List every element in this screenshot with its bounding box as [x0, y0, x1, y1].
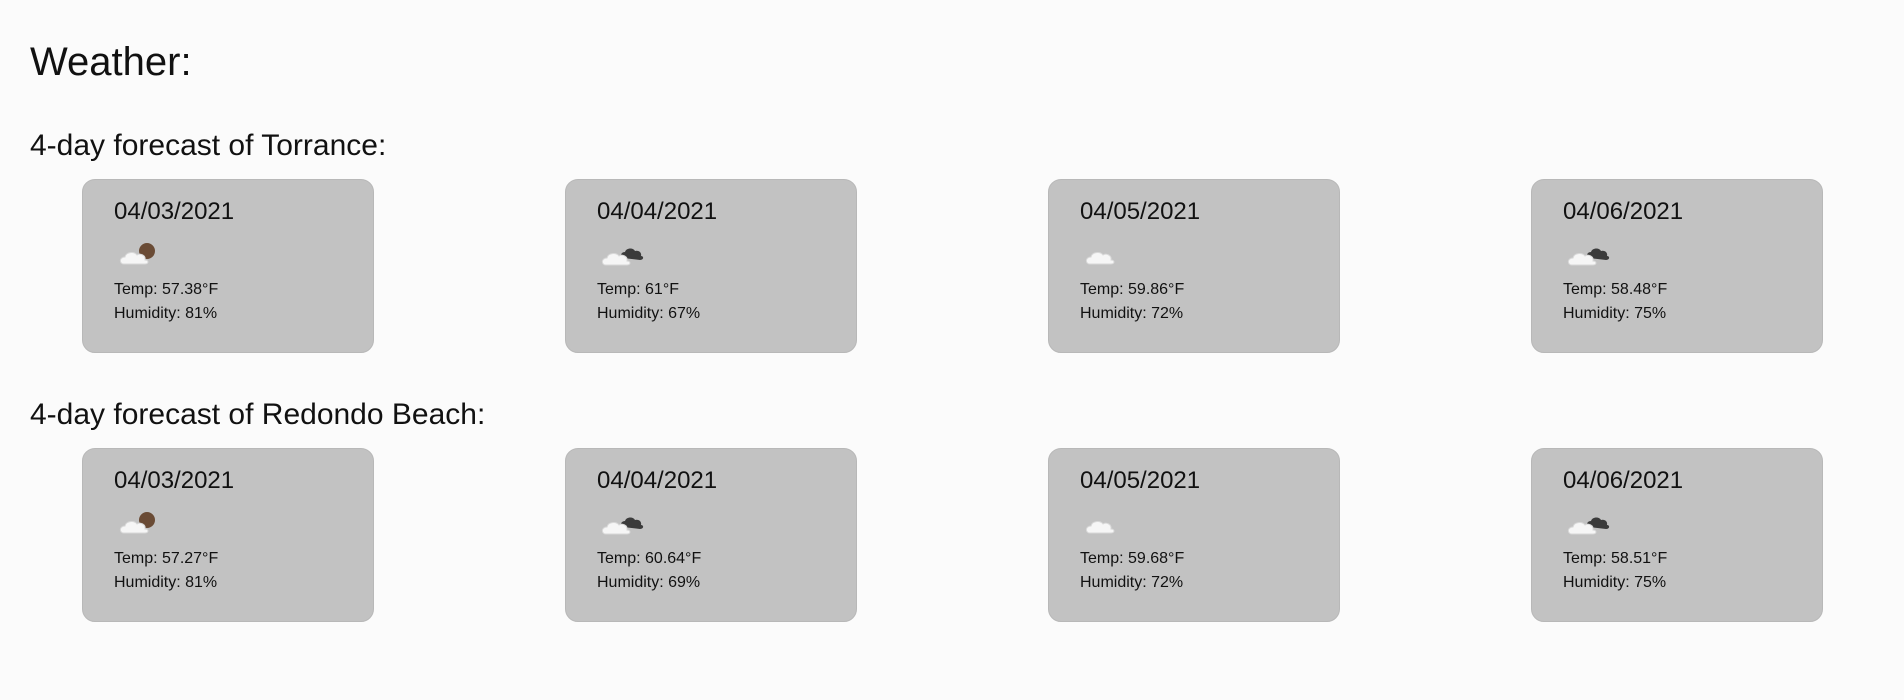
forecast-date: 04/04/2021	[597, 198, 718, 225]
page-title: Weather:	[30, 40, 192, 84]
forecast-temp: Temp: 58.51°F	[1563, 550, 1668, 567]
forecast-card: 04/03/2021 Temp: 57.27°F Humidity: 81%	[82, 448, 374, 622]
forecast-temp: Temp: 58.48°F	[1563, 281, 1668, 298]
section-title: 4-day forecast of Redondo Beach:	[30, 398, 486, 431]
broken-clouds-icon	[1567, 248, 1610, 266]
forecast-temp: Temp: 59.86°F	[1080, 281, 1185, 298]
forecast-card: 04/04/2021 Temp: 61°F Humidity: 67%	[565, 179, 857, 353]
forecast-cards: 04/03/2021 Temp: 57.27°F Humidity: 81% 0…	[30, 448, 1874, 623]
forecast-date: 04/05/2021	[1080, 198, 1201, 225]
forecast-card: 04/05/2021 Temp: 59.68°F Humidity: 72%	[1048, 448, 1340, 622]
forecast-date: 04/03/2021	[114, 198, 235, 225]
weather-page: Weather: 4-day forecast of Torrance: 04/…	[0, 0, 1904, 700]
forecast-card: 04/04/2021 Temp: 60.64°F Humidity: 69%	[565, 448, 857, 622]
forecast-humidity: Humidity: 81%	[114, 305, 218, 322]
forecast-humidity: Humidity: 81%	[114, 574, 218, 591]
forecast-temp: Temp: 57.38°F	[114, 281, 219, 298]
forecast-section-torrance: 4-day forecast of Torrance: 04/03/2021 T…	[30, 128, 1874, 354]
broken-clouds-icon	[601, 248, 644, 266]
forecast-card: 04/06/2021 Temp: 58.51°F Humidity: 75%	[1531, 448, 1823, 622]
forecast-date: 04/04/2021	[597, 467, 718, 494]
broken-clouds-icon	[1567, 517, 1610, 535]
forecast-card: 04/03/2021 Temp: 57.38°F Humidity: 81%	[82, 179, 374, 353]
forecast-humidity: Humidity: 75%	[1563, 305, 1667, 322]
forecast-date: 04/05/2021	[1080, 467, 1201, 494]
forecast-card: 04/06/2021 Temp: 58.48°F Humidity: 75%	[1531, 179, 1823, 353]
forecast-temp: Temp: 60.64°F	[597, 550, 702, 567]
cloud-icon	[1085, 521, 1115, 534]
forecast-cards: 04/03/2021 Temp: 57.38°F Humidity: 81% 0…	[30, 179, 1874, 354]
cloud-partly-brown-icon	[119, 243, 155, 265]
forecast-card: 04/05/2021 Temp: 59.86°F Humidity: 72%	[1048, 179, 1340, 353]
cloud-icon	[1085, 252, 1115, 265]
forecast-temp: Temp: 61°F	[597, 281, 679, 298]
section-title: 4-day forecast of Torrance:	[30, 129, 387, 162]
forecast-temp: Temp: 57.27°F	[114, 550, 219, 567]
cloud-partly-brown-icon	[119, 512, 155, 534]
forecast-humidity: Humidity: 72%	[1080, 574, 1184, 591]
forecast-humidity: Humidity: 72%	[1080, 305, 1184, 322]
forecast-temp: Temp: 59.68°F	[1080, 550, 1185, 567]
forecast-section-redondo-beach: 4-day forecast of Redondo Beach: 04/03/2…	[30, 397, 1874, 623]
forecast-humidity: Humidity: 75%	[1563, 574, 1667, 591]
forecast-humidity: Humidity: 69%	[597, 574, 701, 591]
forecast-date: 04/06/2021	[1563, 467, 1684, 494]
forecast-humidity: Humidity: 67%	[597, 305, 701, 322]
broken-clouds-icon	[601, 517, 644, 535]
forecast-date: 04/03/2021	[114, 467, 235, 494]
forecast-date: 04/06/2021	[1563, 198, 1684, 225]
